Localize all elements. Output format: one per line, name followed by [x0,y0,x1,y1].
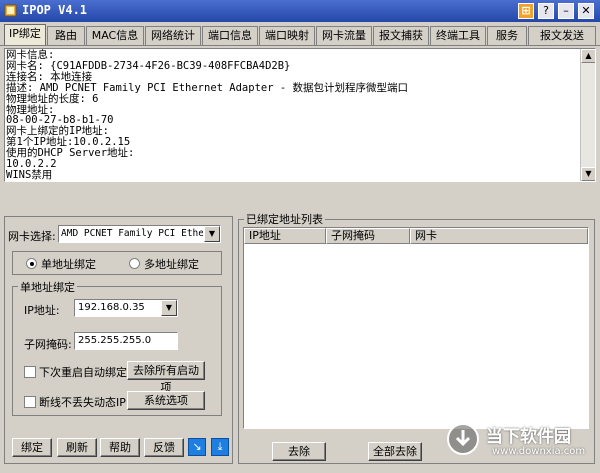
tab-port-map[interactable]: 端口映射 [259,26,315,45]
mask-label: 子网掩码: [24,338,72,351]
bound-list-title: 已绑定地址列表 [244,211,325,227]
auto-bind-checkbox[interactable] [24,366,36,378]
watermark-title: 当下软件园 [486,427,571,447]
column-header-nic[interactable]: 网卡 [410,228,588,244]
watermark-logo: 当下软件园 www.downxia.com [446,420,596,470]
close-icon[interactable]: ✕ [578,3,594,19]
tab-nic-traffic[interactable]: 网卡流量 [316,26,372,45]
tab-terminal-tools[interactable]: 终端工具 [430,26,486,45]
tab-packet-capture[interactable]: 报文捕获 [373,26,429,45]
scroll-down-icon[interactable]: ▼ [581,167,595,181]
watermark-url: www.downxia.com [492,446,586,457]
nic-info-textarea[interactable]: 网卡信息: 网卡名: {C91AFDDB-2734-4F26-BC39-408FF… [4,48,596,182]
tab-divider [0,45,600,46]
tab-port-info[interactable]: 端口信息 [202,26,258,45]
minimize-icon[interactable]: – [558,3,574,19]
keep-dynamic-ip-checkbox[interactable] [24,396,36,408]
system-options-button[interactable]: 系统选项 [127,391,205,410]
auto-bind-label: 下次重启自动绑定 [39,366,127,379]
feedback-button[interactable]: 反馈 [144,438,184,457]
download-icon[interactable]: ⤓ [211,438,229,456]
remove-button[interactable]: 去除 [272,442,326,461]
tab-mac-info[interactable]: MAC信息 [86,26,144,45]
column-header-mask[interactable]: 子网掩码 [326,228,410,244]
ip-combo-value: 192.168.0.35 [78,302,145,313]
radio-multi-bind[interactable] [129,258,140,269]
bind-button[interactable]: 绑定 [12,438,52,457]
keep-dynamic-ip-label: 断线不丢失动态IP [39,396,126,409]
clear-startup-button[interactable]: 去除所有启动项 [127,361,205,394]
radio-single-bind[interactable] [26,258,37,269]
nic-select[interactable]: AMD PCNET Family PCI Etherne ▼ [58,225,221,243]
watermark-download-icon [447,423,479,455]
remove-all-button[interactable]: 全部去除 [368,442,422,461]
ip-combo[interactable]: 192.168.0.35 ▼ [74,299,178,317]
radio-multi-label: 多地址绑定 [144,258,199,271]
mask-input-value: 255.255.255.0 [78,335,152,346]
bound-address-list[interactable]: IP地址 子网掩码 网卡 [243,227,589,429]
help-button[interactable]: 帮助 [100,438,140,457]
app-menu-icon[interactable]: ⊞ [518,3,534,19]
tab-ip-bind[interactable]: IP绑定 [4,24,46,46]
scroll-up-icon[interactable]: ▲ [581,49,595,63]
refresh-button[interactable]: 刷新 [57,438,97,457]
tab-packet-send[interactable]: 报文发送 [528,26,596,45]
single-bind-group-title: 单地址绑定 [18,279,77,295]
chevron-down-icon[interactable]: ▼ [204,226,220,242]
nic-info-text: 网卡信息: 网卡名: {C91AFDDB-2734-4F26-BC39-408FF… [6,49,409,181]
nic-select-label: 网卡选择: [8,230,56,243]
chevron-down-icon[interactable]: ▼ [161,300,177,316]
app-icon [4,4,17,17]
title-bar: IPOP V4.1 ⊞ ? – ✕ [0,0,600,22]
ip-label: IP地址: [24,304,60,317]
tab-net-stats[interactable]: 网络统计 [145,26,201,45]
help-icon[interactable]: ? [538,3,554,19]
column-header-ip[interactable]: IP地址 [244,228,326,244]
arrow-down-right-icon[interactable]: ↘ [188,438,206,456]
tab-route[interactable]: 路由 [47,26,85,45]
tab-service[interactable]: 服务 [487,26,527,45]
mask-input[interactable]: 255.255.255.0 [74,332,178,350]
info-scrollbar[interactable]: ▲ ▼ [580,49,595,181]
window-title: IPOP V4.1 [22,3,88,17]
nic-select-value: AMD PCNET Family PCI Etherne [61,228,203,239]
radio-single-label: 单地址绑定 [41,258,96,271]
